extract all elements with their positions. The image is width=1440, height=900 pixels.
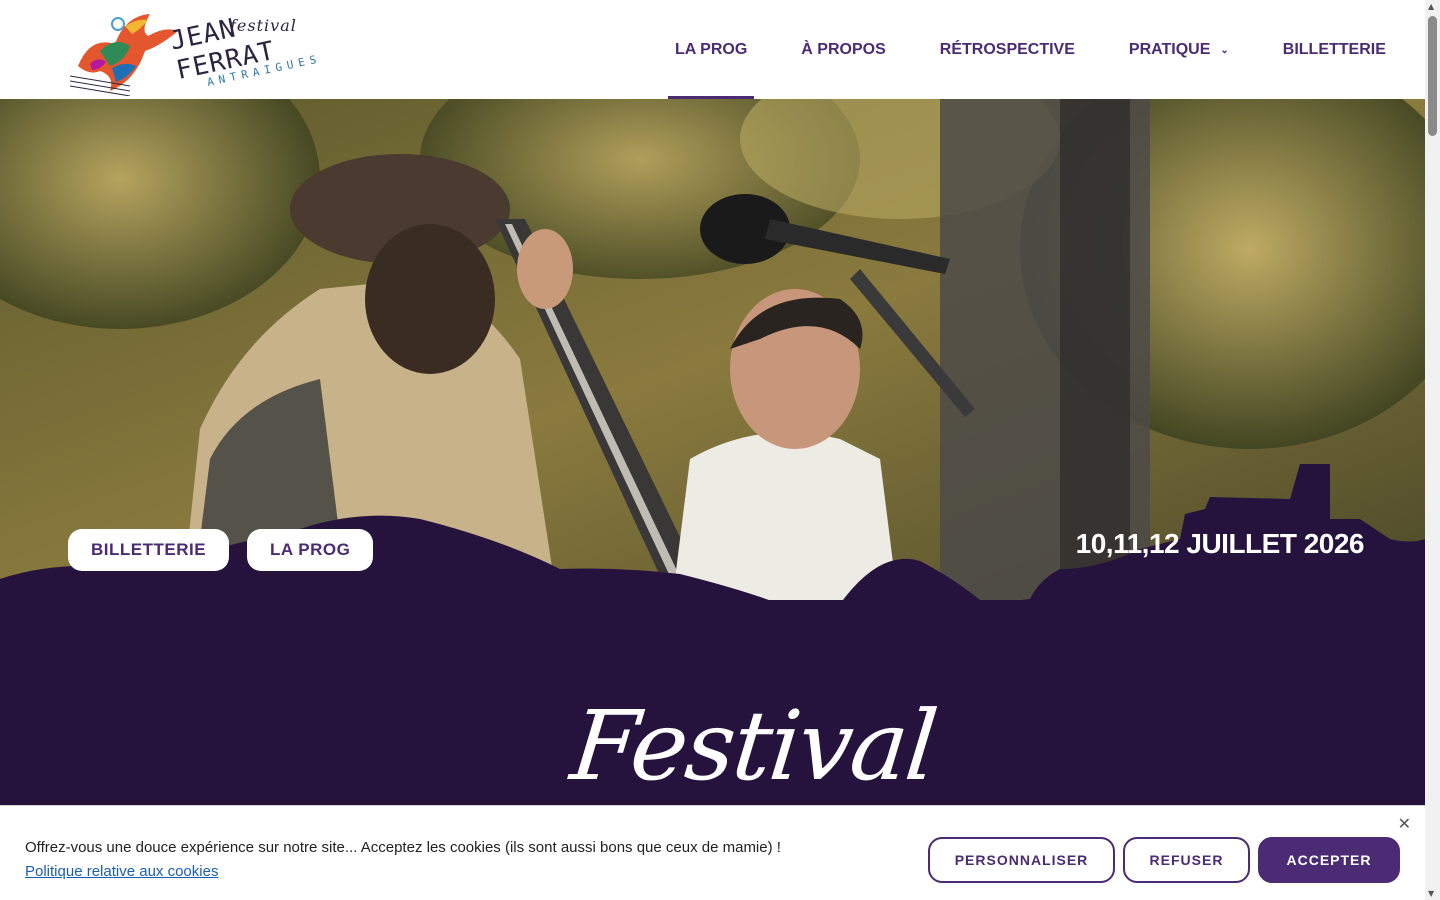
scroll-up-arrow-icon[interactable]: ▲ bbox=[1428, 2, 1434, 11]
cookie-policy-link[interactable]: Politique relative aux cookies bbox=[25, 863, 218, 880]
nav-item-a-propos[interactable]: À PROPOS bbox=[774, 0, 912, 99]
hero-la-prog-button[interactable]: LA PROG bbox=[247, 529, 374, 571]
festival-dates: 10,11,12 JUILLET 2026 bbox=[1075, 528, 1365, 559]
chevron-down-icon: ⌄ bbox=[1220, 45, 1229, 56]
cookie-message-text: Offrez-vous une douce expérience sur not… bbox=[25, 839, 781, 856]
nav-item-label: LA PROG bbox=[675, 40, 748, 58]
nav-item-label: PRATIQUE bbox=[1128, 40, 1211, 58]
cookie-message: Offrez-vous une douce expérience sur not… bbox=[25, 836, 825, 884]
nav-item-pratique[interactable]: PRATIQUE ⌄ bbox=[1102, 0, 1256, 99]
page-scrollbar[interactable]: ▲ ▼ bbox=[1425, 0, 1440, 900]
scrollbar-thumb[interactable] bbox=[1428, 16, 1437, 136]
nav-item-la-prog[interactable]: LA PROG bbox=[648, 0, 774, 99]
nav-item-label: RÉTROSPECTIVE bbox=[939, 40, 1075, 58]
nav-item-retrospective[interactable]: RÉTROSPECTIVE bbox=[913, 0, 1102, 99]
main-nav: LA PROG À PROPOS RÉTROSPECTIVE PRATIQUE … bbox=[648, 0, 1413, 99]
festival-script-title: Festival bbox=[566, 690, 941, 802]
nav-item-label: BILLETTERIE bbox=[1282, 40, 1386, 58]
festival-logo[interactable]: festival JEAN FERRAT ANTRAIGUES bbox=[69, 6, 322, 97]
nav-item-billetterie[interactable]: BILLETTERIE bbox=[1256, 0, 1413, 99]
dove-logo-icon bbox=[69, 14, 178, 97]
scroll-down-arrow-icon[interactable]: ▼ bbox=[1428, 889, 1434, 898]
customize-cookies-button[interactable]: PERSONNALISER bbox=[928, 837, 1115, 883]
close-icon[interactable]: ✕ bbox=[1398, 814, 1411, 833]
accept-cookies-button[interactable]: ACCEPTER bbox=[1258, 837, 1400, 883]
refuse-cookies-button[interactable]: REFUSER bbox=[1123, 837, 1250, 883]
cookie-banner: Offrez-vous une douce expérience sur not… bbox=[0, 805, 1425, 900]
hero-billetterie-button[interactable]: BILLETTERIE bbox=[68, 529, 230, 571]
nav-item-label: À PROPOS bbox=[801, 40, 886, 58]
site-header: festival JEAN FERRAT ANTRAIGUES LA PROG … bbox=[0, 0, 1425, 99]
